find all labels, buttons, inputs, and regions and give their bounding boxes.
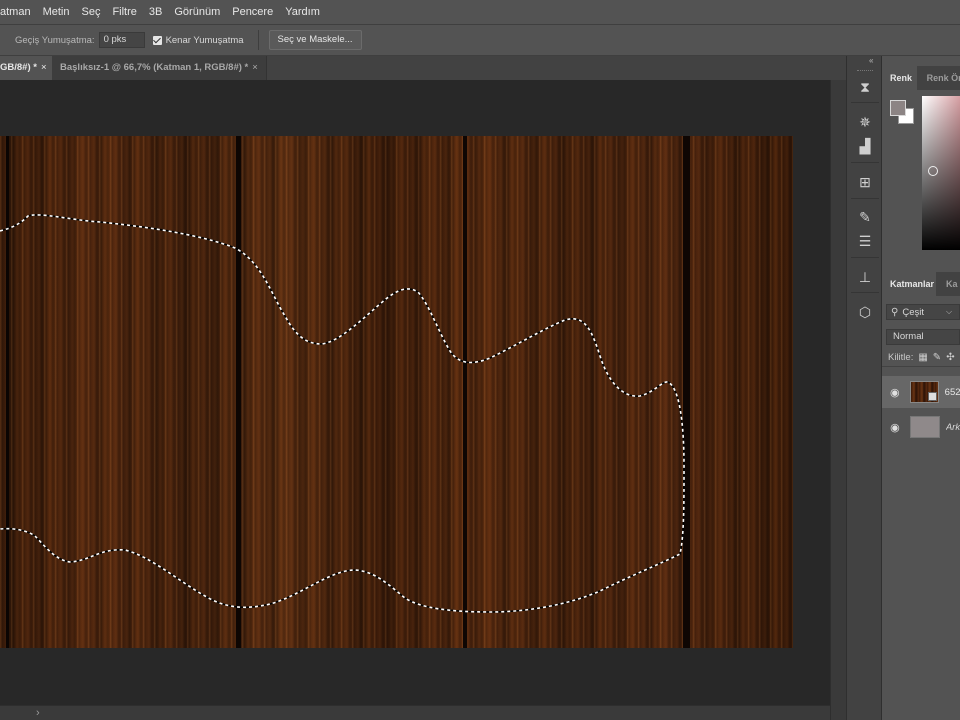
- history-icon[interactable]: ⧗: [856, 78, 874, 96]
- options-divider: [257, 30, 259, 50]
- menu-type[interactable]: Metin: [37, 0, 76, 24]
- select-and-mask-button[interactable]: Seç ve Maskele...: [268, 30, 362, 50]
- dock-divider: [851, 292, 879, 293]
- tab-document-active-label: GB/8#) *: [0, 62, 37, 73]
- dock-divider: [851, 257, 879, 258]
- layer-thumbnail: [909, 416, 940, 438]
- dock-grip[interactable]: [857, 70, 873, 72]
- document-tab-bar: GB/8#) * × Başlıksız-1 @ 66,7% (Katman 1,…: [0, 56, 846, 80]
- right-panel: Renk Renk Ör Katmanlar Ka ⚲ Çeşit ⌵ Norm…: [882, 56, 960, 720]
- selection-marquee[interactable]: [0, 136, 793, 648]
- clone-source-icon[interactable]: ⊥: [856, 268, 874, 286]
- collapsed-panel-dock: « ⧗ ✵ ▟ ⊞ ✎ ☰ ⊥ ⬡: [846, 56, 882, 720]
- selection-path: [0, 214, 685, 613]
- color-picker-cursor[interactable]: [928, 166, 938, 176]
- menu-3d[interactable]: 3B: [143, 0, 168, 24]
- color-panel-tabs: Renk Renk Ör: [882, 66, 960, 90]
- layer-filter-select[interactable]: ⚲ Çeşit ⌵: [886, 304, 960, 320]
- feather-input[interactable]: 0 pks: [98, 32, 145, 48]
- properties-icon[interactable]: ⊞: [856, 173, 874, 191]
- foreground-color-swatch[interactable]: [890, 100, 906, 116]
- menu-view[interactable]: Görünüm: [168, 0, 226, 24]
- tab-swatches[interactable]: Renk Ör: [917, 66, 960, 90]
- dock-divider: [851, 162, 879, 163]
- brushes-icon[interactable]: ☰: [856, 232, 874, 250]
- lock-pixels-icon[interactable]: ✎: [933, 352, 941, 363]
- layer-filter-label: Çeşit: [902, 306, 924, 318]
- smart-object-icon: [927, 392, 937, 401]
- lock-row: Kilitle: ▦ ✎ ✣: [882, 349, 960, 367]
- scroll-right-icon[interactable]: ›: [36, 706, 40, 720]
- lock-position-icon[interactable]: ✣: [946, 352, 954, 363]
- histogram-icon[interactable]: ▟: [856, 137, 874, 155]
- chevron-down-icon: ⌵: [945, 307, 953, 316]
- dock-divider: [851, 198, 879, 199]
- tab-color[interactable]: Renk: [882, 66, 917, 90]
- tab-document-active[interactable]: GB/8#) * ×: [0, 56, 52, 80]
- color-picker-field[interactable]: [922, 96, 960, 250]
- horizontal-scrollbar[interactable]: ›: [0, 705, 830, 720]
- 3d-cube-icon[interactable]: ⬡: [856, 303, 874, 321]
- menu-window[interactable]: Pencere: [226, 0, 279, 24]
- close-icon[interactable]: ×: [252, 62, 258, 73]
- tab-document-untitled-label: Başlıksız-1 @ 66,7% (Katman 1, RGB/8#) *: [60, 62, 249, 73]
- canvas-workspace[interactable]: [0, 80, 830, 705]
- antialias-checkbox[interactable]: [152, 35, 162, 45]
- feather-label: Geçiş Yumuşatma:: [15, 34, 95, 46]
- menu-layer[interactable]: atman: [0, 0, 37, 24]
- tab-channels[interactable]: Ka: [936, 272, 958, 296]
- collapse-arrows-icon[interactable]: «: [869, 56, 873, 65]
- navigator-icon[interactable]: ✵: [856, 113, 874, 131]
- layer-row[interactable]: ◉ Ark: [882, 411, 960, 443]
- layer-row[interactable]: ◉ 652: [882, 376, 960, 408]
- brush-settings-icon[interactable]: ✎: [856, 208, 874, 226]
- layers-panel-tabs: Katmanlar Ka: [882, 272, 960, 296]
- eye-icon[interactable]: ◉: [889, 386, 901, 399]
- tab-document-untitled[interactable]: Başlıksız-1 @ 66,7% (Katman 1, RGB/8#) *…: [52, 56, 267, 80]
- vertical-scrollbar[interactable]: [830, 80, 846, 720]
- menu-help[interactable]: Yardım: [279, 0, 326, 24]
- blend-mode-select[interactable]: Normal: [886, 329, 960, 345]
- options-bar: Geçiş Yumuşatma: 0 pks Kenar Yumuşatma S…: [0, 24, 960, 56]
- tab-layers[interactable]: Katmanlar: [882, 272, 936, 296]
- eye-icon[interactable]: ◉: [889, 421, 901, 434]
- close-icon[interactable]: ×: [41, 62, 47, 73]
- menu-filter[interactable]: Filtre: [106, 0, 142, 24]
- layer-name[interactable]: Ark: [946, 422, 960, 433]
- menu-select[interactable]: Seç: [75, 0, 106, 24]
- layer-thumbnail: [909, 381, 939, 403]
- search-icon: ⚲: [891, 306, 899, 318]
- lock-transparency-icon[interactable]: ▦: [918, 352, 927, 363]
- antialias-label: Kenar Yumuşatma: [165, 34, 244, 46]
- menu-bar: atman Metin Seç Filtre 3B Görünüm Pencer…: [0, 0, 960, 24]
- lock-label: Kilitle:: [888, 352, 914, 363]
- dock-divider: [851, 102, 879, 103]
- layer-name[interactable]: 652: [945, 387, 960, 398]
